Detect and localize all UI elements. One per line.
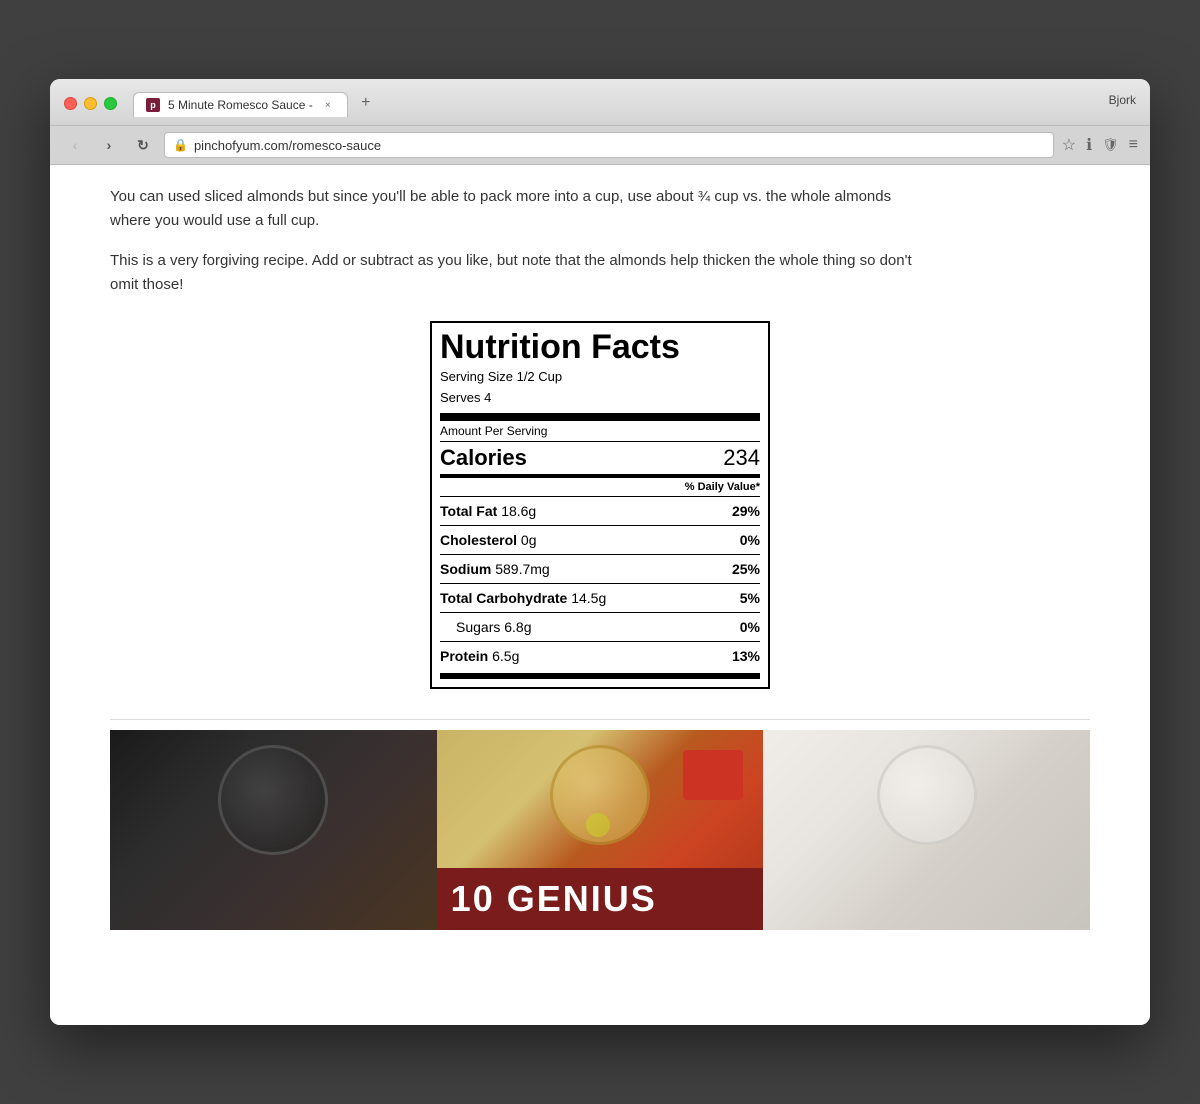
daily-value-header: % Daily Value*	[440, 481, 760, 493]
forward-button[interactable]: ›	[96, 132, 122, 158]
amount-per-serving-label: Amount Per Serving	[440, 424, 760, 438]
nutrient-name-sodium: Sodium	[440, 561, 491, 577]
nutrient-row-cholesterol: Cholesterol 0g 0%	[440, 529, 760, 551]
nutrient-name-sugars: Sugars	[456, 619, 500, 635]
active-tab[interactable]: p 5 Minute Romesco Sauce - ×	[133, 92, 348, 117]
bottom-image-strip: 10 GENIUS	[110, 730, 1090, 930]
article-paragraph-2: This is a very forgiving recipe. Add or …	[110, 249, 930, 297]
sauce-decoration	[683, 750, 743, 800]
tab-title: 5 Minute Romesco Sauce -	[168, 98, 313, 112]
nutrient-percent-protein: 13%	[732, 648, 760, 664]
lock-icon: 🔒	[173, 138, 188, 152]
article-paragraph-1: You can used sliced almonds but since yo…	[110, 185, 930, 233]
nutrient-name-carbohydrate: Total Carbohydrate	[440, 590, 567, 606]
bottom-image-1	[110, 730, 437, 930]
serving-size: Serving Size 1/2 Cup	[440, 368, 760, 386]
traffic-lights	[64, 97, 117, 110]
toolbar-icons: ☆ ℹ 🛡 ≡	[1062, 135, 1138, 155]
tab-close-button[interactable]: ×	[321, 98, 335, 112]
thick-divider-bottom	[440, 673, 760, 679]
calories-row: Calories 234	[440, 445, 760, 471]
shield-icon[interactable]: 🛡	[1102, 137, 1119, 153]
title-bar: p 5 Minute Romesco Sauce - × + Bjork	[50, 79, 1150, 126]
back-button[interactable]: ‹	[62, 132, 88, 158]
nutrient-percent-sodium: 25%	[732, 561, 760, 577]
address-bar-row: ‹ › ↻ 🔒 pinchofyum.com/romesco-sauce ☆ ℹ…	[50, 126, 1150, 165]
bowl-decoration-3	[877, 745, 977, 845]
nutrient-name-protein: Protein	[440, 648, 488, 664]
nutrient-percent-cholesterol: 0%	[740, 532, 760, 548]
thick-divider-top	[440, 413, 760, 421]
nutrition-title: Nutrition Facts	[440, 329, 760, 366]
thin-divider-6	[440, 612, 760, 613]
lemon-decoration	[586, 813, 610, 837]
reload-button[interactable]: ↻	[130, 132, 156, 158]
medium-divider	[440, 474, 760, 478]
maximize-button[interactable]	[104, 97, 117, 110]
address-text: pinchofyum.com/romesco-sauce	[194, 138, 381, 153]
nutrition-facts-box: Nutrition Facts Serving Size 1/2 Cup Ser…	[430, 321, 770, 689]
thin-divider-1	[440, 441, 760, 442]
nutrient-row-total-fat: Total Fat 18.6g 29%	[440, 500, 760, 522]
bookmark-icon[interactable]: ☆	[1062, 135, 1076, 155]
close-button[interactable]	[64, 97, 77, 110]
bottom-image-2: 10 GENIUS	[437, 730, 764, 930]
calories-value: 234	[723, 445, 760, 471]
user-label: Bjork	[1109, 93, 1136, 113]
thin-divider-3	[440, 525, 760, 526]
nutrient-row-sodium: Sodium 589.7mg 25%	[440, 558, 760, 580]
minimize-button[interactable]	[84, 97, 97, 110]
serves: Serves 4	[440, 389, 760, 407]
nutrient-percent-sugars: 0%	[740, 619, 760, 635]
thin-divider-4	[440, 554, 760, 555]
bowl-decoration-1	[218, 745, 328, 855]
menu-icon[interactable]: ≡	[1129, 136, 1138, 154]
nutrient-row-carbohydrate: Total Carbohydrate 14.5g 5%	[440, 587, 760, 609]
thin-divider-7	[440, 641, 760, 642]
calories-label: Calories	[440, 445, 527, 471]
genius-text: 10 GENIUS	[451, 878, 750, 920]
thin-divider-5	[440, 583, 760, 584]
bowl-decoration-2	[550, 745, 650, 845]
nutrient-row-protein: Protein 6.5g 13%	[440, 645, 760, 667]
nutrient-percent-carbohydrate: 5%	[740, 590, 760, 606]
tab-favicon: p	[146, 98, 160, 112]
address-bar[interactable]: 🔒 pinchofyum.com/romesco-sauce	[164, 132, 1054, 158]
browser-window: p 5 Minute Romesco Sauce - × + Bjork ‹ ›…	[50, 79, 1150, 1025]
page-divider	[110, 719, 1090, 720]
page-content: You can used sliced almonds but since yo…	[50, 165, 1150, 1025]
nutrient-name-total-fat: Total Fat	[440, 503, 497, 519]
nutrition-facts-wrapper: Nutrition Facts Serving Size 1/2 Cup Ser…	[110, 321, 1090, 689]
info-icon[interactable]: ℹ	[1086, 135, 1092, 155]
bottom-image-3	[763, 730, 1090, 930]
thin-divider-2	[440, 496, 760, 497]
nutrient-name-cholesterol: Cholesterol	[440, 532, 517, 548]
new-tab-button[interactable]: +	[352, 89, 380, 117]
nutrient-percent-total-fat: 29%	[732, 503, 760, 519]
tab-area: p 5 Minute Romesco Sauce - × +	[133, 89, 1109, 117]
nutrient-row-sugars: Sugars 6.8g 0%	[440, 616, 760, 638]
genius-overlay: 10 GENIUS	[437, 868, 764, 930]
